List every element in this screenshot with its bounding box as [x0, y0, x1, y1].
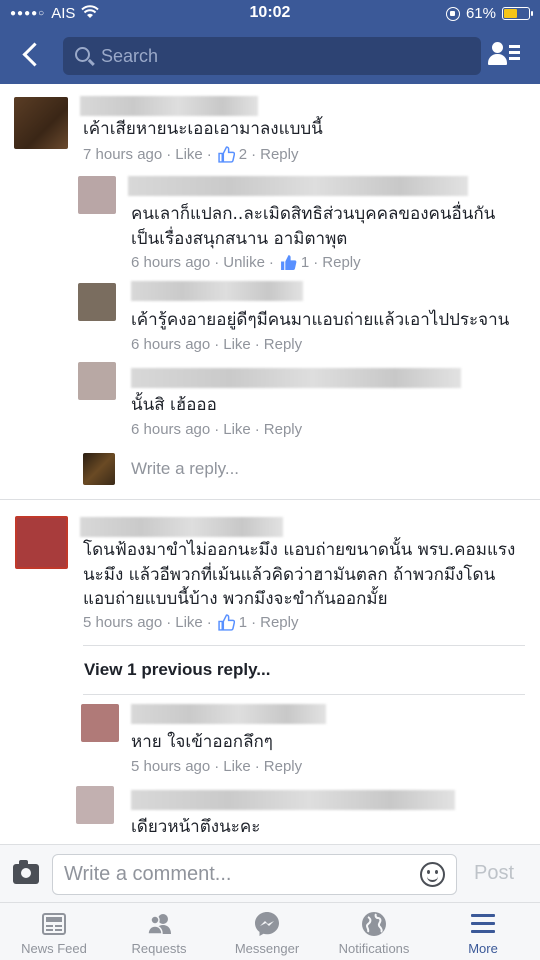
tab-label: More — [468, 941, 498, 956]
avatar[interactable] — [78, 176, 116, 214]
comment-composer: Post — [0, 844, 540, 902]
timestamp: 6 hours ago — [131, 336, 211, 353]
comment-text-line: นะมึง แล้วอีพวกที่เม้นแล้วคิดว่าฮามันตลก… — [83, 565, 496, 585]
reply-text-line: เดียวหน้าตึงนะคะ — [131, 817, 261, 837]
reply-link[interactable]: Reply — [264, 421, 302, 438]
redacted-author-name — [80, 96, 258, 116]
avatar[interactable] — [76, 786, 114, 824]
redacted-author-name — [131, 368, 461, 388]
camera-icon[interactable] — [13, 860, 39, 884]
search-input[interactable] — [101, 37, 471, 75]
thumbs-up-icon — [218, 614, 235, 631]
list-line — [509, 45, 520, 48]
friend-requests-icon — [146, 911, 172, 937]
divider — [83, 694, 525, 695]
friend-list-button[interactable] — [488, 40, 522, 72]
like-count: 1 — [300, 254, 310, 271]
write-reply-input[interactable]: Write a reply... — [131, 459, 239, 479]
like-link[interactable]: Like — [175, 146, 203, 163]
redacted-author-name — [131, 790, 455, 810]
search-bar[interactable] — [63, 37, 481, 75]
tab-label: News Feed — [21, 941, 87, 956]
back-chevron-icon[interactable] — [18, 40, 48, 70]
person-icon-body — [488, 54, 507, 65]
like-count: 1 — [238, 614, 248, 631]
news-feed-icon — [41, 911, 67, 937]
reply-meta: 6 hours ago · Like · Reply — [131, 421, 303, 438]
comment-meta: 7 hours ago · Like · 2 · Reply — [83, 146, 299, 163]
avatar[interactable] — [14, 97, 68, 149]
redacted-author-name — [131, 281, 303, 301]
avatar[interactable] — [15, 516, 68, 569]
reply-text-line: หาย ใจเข้าออกลึกๆ — [131, 732, 273, 752]
timestamp: 6 hours ago — [131, 421, 211, 438]
battery-icon — [502, 7, 533, 20]
comment-meta: 5 hours ago · Like · 1 · Reply — [83, 614, 299, 631]
timestamp: 6 hours ago — [131, 254, 211, 271]
tab-more[interactable]: More — [429, 903, 537, 960]
tab-news-feed[interactable]: News Feed — [0, 903, 108, 960]
tab-notifications[interactable]: Notifications — [320, 903, 428, 960]
globe-icon — [361, 911, 387, 937]
view-previous-replies-link[interactable]: View 1 previous reply... — [84, 660, 270, 680]
reply-text-line: เป็นเรื่องสนุกสนาน อามิตาพุต — [131, 229, 348, 249]
like-count: 2 — [238, 146, 248, 163]
emoji-icon[interactable] — [420, 862, 445, 887]
avatar[interactable] — [78, 283, 116, 321]
reply-link[interactable]: Reply — [322, 254, 360, 271]
avatar[interactable] — [78, 362, 116, 400]
comment-text-line: แอบถ่ายแบบนี้บ้าง พวกมึงจะขำกันออกมั้ย — [83, 589, 388, 609]
thumbs-up-icon — [218, 146, 235, 163]
list-line — [509, 57, 520, 60]
reply-link[interactable]: Reply — [264, 336, 302, 353]
divider — [83, 645, 525, 646]
hamburger-menu-icon — [470, 911, 496, 937]
like-link[interactable]: Like — [223, 421, 251, 438]
comment-thread: เค้าเสียหายนะเออเอามาลงแบบนี้ 7 hours ag… — [0, 84, 540, 844]
redacted-author-name — [128, 176, 468, 196]
divider — [0, 499, 540, 500]
thumbs-up-icon — [280, 254, 297, 271]
status-bar: ●●●●○ AIS 10:02 61% — [0, 0, 540, 28]
reply-link[interactable]: Reply — [260, 614, 298, 631]
current-user-avatar — [83, 453, 115, 485]
reply-text-line: คนเลาก็แปลก..ละเมิดสิทธิส่วนบุคคลของคนอื… — [131, 204, 496, 224]
comment-input[interactable] — [64, 855, 414, 894]
comment-text-line: โดนฟ้องมาขำไม่ออกนะมึง แอบถ่ายขนาดนั้น พ… — [83, 540, 516, 560]
tab-label: Requests — [131, 941, 187, 956]
search-icon — [75, 47, 90, 62]
unlike-link[interactable]: Unlike — [223, 254, 265, 271]
orientation-lock-icon — [445, 6, 460, 21]
reply-text-line: เค้ารู้คงอายอยู่ดีๆมีคนมาแอบถ่ายแล้วเอาไ… — [131, 310, 510, 330]
reply-meta: 5 hours ago · Like · Reply — [131, 758, 303, 775]
tab-requests[interactable]: Requests — [105, 903, 213, 960]
messenger-icon — [254, 911, 280, 937]
battery-percent: 61% — [465, 5, 496, 22]
timestamp: 5 hours ago — [83, 614, 163, 631]
person-icon-head — [492, 42, 503, 53]
reply-meta: 6 hours ago · Like · Reply — [131, 336, 303, 353]
redacted-author-name — [131, 704, 326, 724]
like-link[interactable]: Like — [223, 336, 251, 353]
reply-link[interactable]: Reply — [260, 146, 298, 163]
top-nav-bar — [0, 28, 540, 84]
reply-text-line: นั้นสิ เฮ้อออ — [131, 395, 217, 415]
reply-meta: 6 hours ago · Unlike · 1 · Reply — [131, 254, 361, 271]
tab-messenger[interactable]: Messenger — [213, 903, 321, 960]
post-button[interactable]: Post — [474, 862, 514, 885]
battery-level — [504, 9, 517, 18]
tab-label: Messenger — [234, 941, 300, 956]
list-line — [509, 51, 520, 54]
avatar[interactable] — [81, 704, 119, 742]
like-link[interactable]: Like — [175, 614, 203, 631]
comment-box[interactable] — [52, 854, 457, 895]
redacted-author-name — [80, 517, 283, 537]
timestamp: 7 hours ago — [83, 146, 163, 163]
timestamp: 5 hours ago — [131, 758, 211, 775]
like-link[interactable]: Like — [223, 758, 251, 775]
reply-link[interactable]: Reply — [264, 758, 302, 775]
comment-text: เค้าเสียหายนะเออเอามาลงแบบนี้ — [83, 119, 323, 139]
bottom-tab-bar: News Feed Requests Messenger Notificatio… — [0, 902, 540, 960]
tab-label: Notifications — [338, 941, 410, 956]
